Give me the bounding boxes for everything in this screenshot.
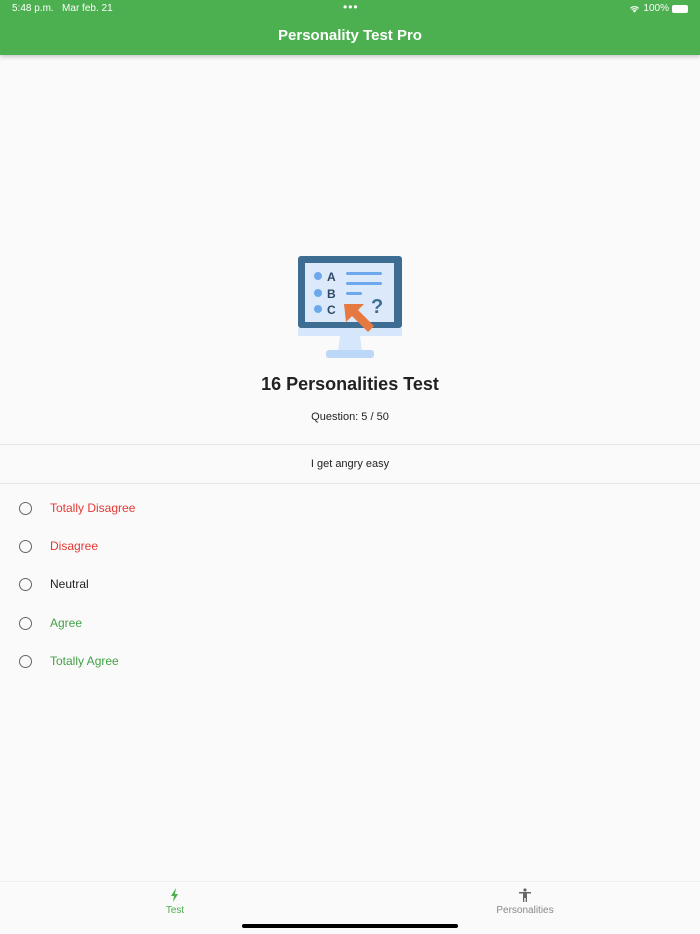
option-disagree[interactable]: Disagree [0,527,700,565]
wifi-icon [630,6,640,13]
status-date: Mar feb. 21 [62,3,113,14]
bolt-icon [171,888,178,902]
radio-button[interactable] [19,539,32,553]
app-title: Personality Test Pro [278,27,422,44]
status-time-date: 5:48 p.m. Mar feb. 21 [12,3,113,14]
radio-button[interactable] [19,501,32,515]
option-label: Totally Agree [50,654,119,668]
battery-percent: 100% [643,3,669,14]
radio-button[interactable] [19,654,32,668]
option-agree[interactable]: Agree [0,604,700,642]
radio-button[interactable] [19,577,32,591]
tab-test[interactable]: Test [155,888,195,916]
letter-a: A [327,270,336,284]
status-right: 100% [629,3,688,14]
tab-label: Test [165,905,185,916]
radio-button[interactable] [19,616,32,630]
person-icon [519,888,531,902]
home-indicator[interactable] [242,924,458,928]
question-text: I get angry easy [0,444,700,484]
option-label: Agree [50,616,83,630]
option-neutral[interactable]: Neutral [0,565,700,603]
tab-personalities[interactable]: Personalities [490,888,560,916]
option-totally-agree[interactable]: Totally Agree [0,642,700,680]
option-label: Disagree [50,539,99,553]
tab-label: Personalities [496,905,554,916]
battery-icon [672,4,688,13]
app-bar: 5:48 p.m. Mar feb. 21 ••• 100% Personali… [0,0,700,55]
multitasking-dots[interactable]: ••• [343,0,359,14]
option-label: Totally Disagree [50,501,136,515]
question-counter: Question: 5 / 50 [311,411,389,423]
question-mark: ? [371,296,383,318]
status-time: 5:48 p.m. [12,3,54,14]
option-totally-disagree[interactable]: Totally Disagree [0,489,700,527]
test-illustration: A B C ? [298,256,402,358]
test-heading: 16 Personalities Test [261,374,439,394]
option-label: Neutral [50,577,89,591]
letter-b: B [327,287,336,301]
letter-c: C [327,303,336,317]
